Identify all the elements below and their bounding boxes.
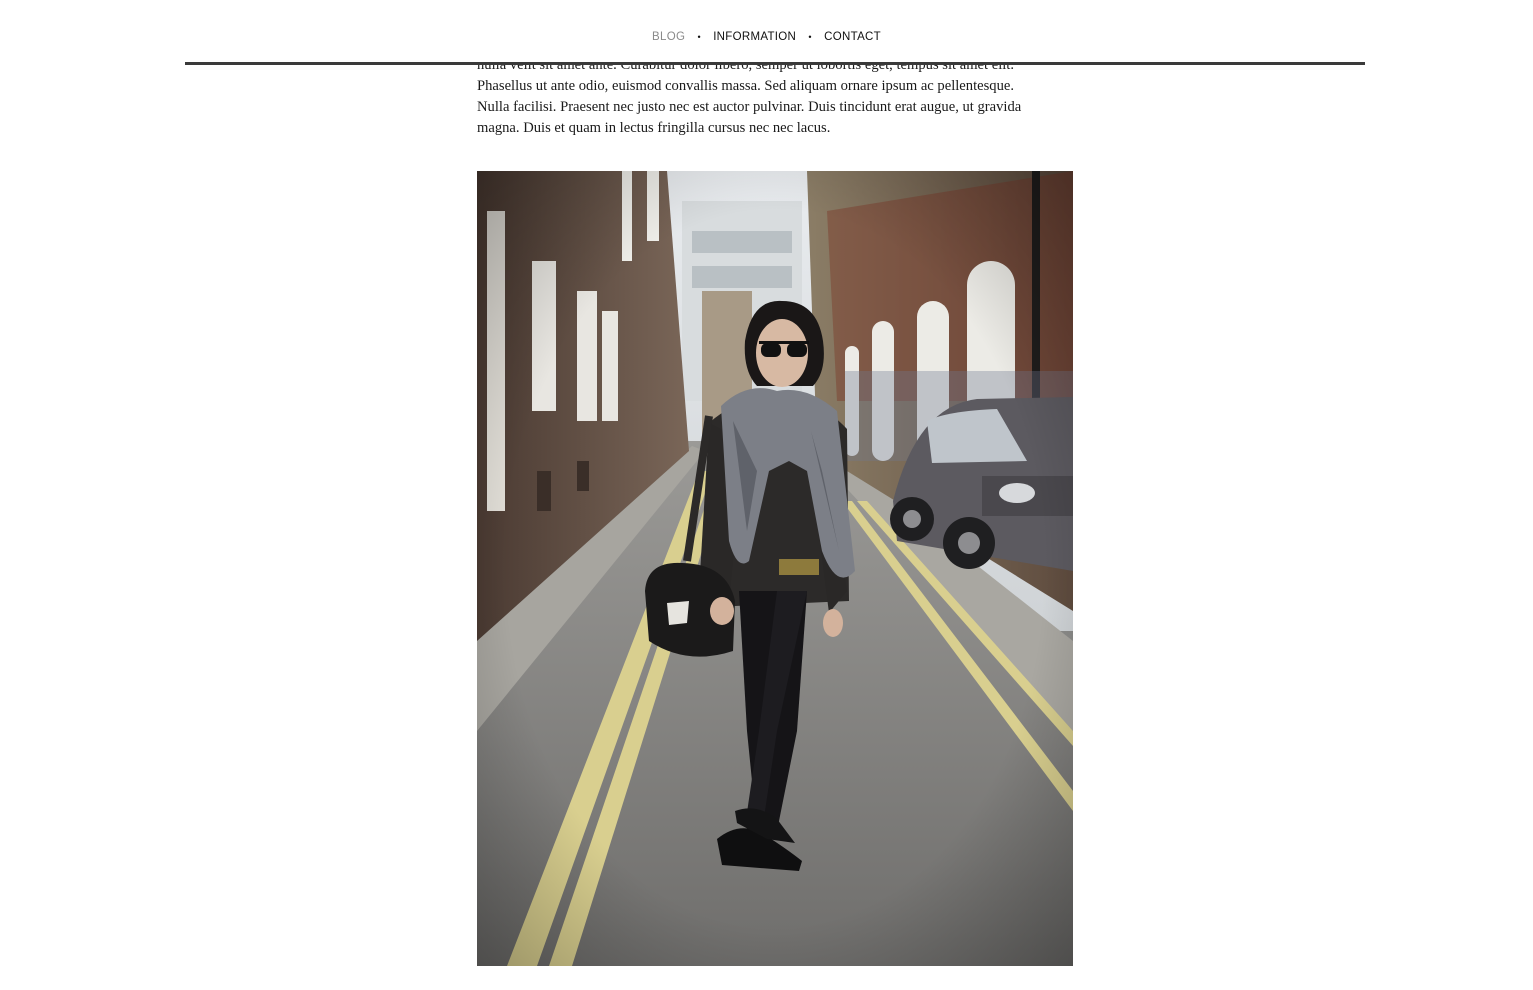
nav-item-contact[interactable]: CONTACT bbox=[824, 29, 881, 45]
main-nav: BLOG • INFORMATION • CONTACT bbox=[0, 29, 1533, 45]
header-divider bbox=[185, 62, 1365, 65]
post-line: magna. Duis et quam in lectus fringilla … bbox=[477, 120, 831, 136]
post-line: Phasellus ut ante odio, euismod convalli… bbox=[477, 78, 1015, 94]
street-style-photo bbox=[477, 171, 1073, 966]
nav-item-information[interactable]: INFORMATION bbox=[713, 29, 796, 45]
site-header: BLOG • INFORMATION • CONTACT bbox=[0, 0, 1533, 65]
post-photo[interactable] bbox=[477, 171, 1073, 966]
nav-separator: • bbox=[697, 32, 701, 42]
post-line: Nulla facilisi. Praesent nec justo nec e… bbox=[477, 99, 1022, 115]
nav-item-blog[interactable]: BLOG bbox=[652, 29, 685, 45]
nav-separator: • bbox=[808, 32, 812, 42]
post-paragraph: nulla velit sit amet ante. Curabitur dol… bbox=[477, 55, 1073, 139]
